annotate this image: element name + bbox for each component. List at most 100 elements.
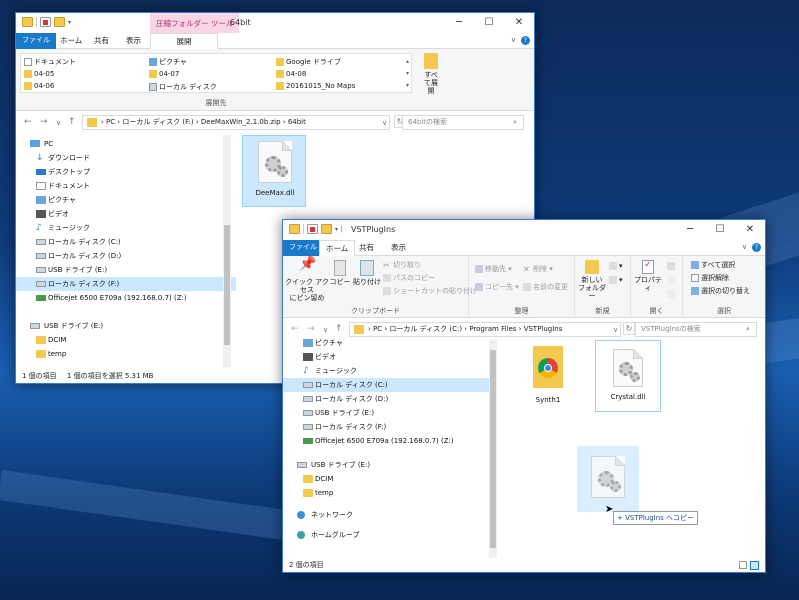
paste-shortcut-button[interactable]: ショートカットの貼り付け <box>383 286 477 296</box>
nav-scrollbar[interactable] <box>223 135 231 367</box>
title-bar[interactable]: ▾ │ VSTPlugIns ─ ☐ ✕ <box>283 220 765 240</box>
tab-view[interactable]: 表示 <box>120 33 147 49</box>
properties-icon[interactable] <box>307 224 318 234</box>
title-bar[interactable]: ▾ 圧縮フォルダー ツール 64bit ─ ☐ ✕ <box>16 13 534 33</box>
paste-button[interactable]: 貼り付け <box>353 260 381 286</box>
minimize-button[interactable]: ─ <box>444 13 474 33</box>
new-folder-icon[interactable] <box>321 224 332 234</box>
dest-item[interactable]: Google ドライブ <box>276 57 341 67</box>
open-button[interactable] <box>667 262 677 270</box>
recent-locations-icon[interactable]: ∨ <box>56 119 61 127</box>
tab-home[interactable]: ホーム <box>54 33 88 49</box>
copy-path-button[interactable]: パスのコピー <box>383 273 435 283</box>
tree-item[interactable]: ピクチャ <box>283 336 489 350</box>
tree-item[interactable]: デスクトップ <box>16 165 236 179</box>
tree-item[interactable]: ♪ ミュージック <box>16 221 236 235</box>
large-icons-view-icon[interactable] <box>750 561 759 570</box>
tree-item[interactable]: ローカル ディスク (D:) <box>283 392 489 406</box>
tab-file[interactable]: ファイル <box>283 240 323 256</box>
tree-item-selected[interactable]: ローカル ディスク (F:) <box>16 277 236 291</box>
help-icon[interactable]: ? <box>752 243 761 252</box>
tree-item[interactable]: ビデオ <box>16 207 236 221</box>
collapse-ribbon-icon[interactable]: ∨ <box>742 243 747 251</box>
copy-button[interactable]: コピー <box>329 260 351 286</box>
close-button[interactable]: ✕ <box>504 13 534 33</box>
easy-access-button[interactable]: ▾ <box>609 276 623 284</box>
back-button[interactable]: ← <box>291 324 299 334</box>
tree-item[interactable]: ♪ ミュージック <box>283 364 489 378</box>
delete-button[interactable]: ✕ 削除 ▾ <box>523 264 553 274</box>
tree-item[interactable]: temp <box>283 486 489 500</box>
forward-button[interactable]: → <box>40 117 48 127</box>
tree-item[interactable]: PC <box>16 137 236 151</box>
tree-item[interactable]: ↓ ダウンロード <box>16 151 236 165</box>
up-button[interactable]: ↑ <box>68 117 76 127</box>
dest-item[interactable]: 20161015_No Maps <box>276 82 355 90</box>
new-folder-button[interactable]: 新しい フォルダー <box>577 260 607 300</box>
tree-item[interactable]: Officejet 6500 E709a (192.168.0.7) (Z:) <box>283 434 489 448</box>
customize-quick-access-icon[interactable]: ▾ <box>68 19 71 26</box>
tab-share[interactable]: 共有 <box>88 33 115 49</box>
tree-item[interactable]: DCIM <box>283 472 489 486</box>
cut-button[interactable]: ✂ 切り取り <box>383 260 421 270</box>
properties-button[interactable]: ✓ プロパティ <box>633 260 663 292</box>
details-view-icon[interactable] <box>739 561 747 569</box>
address-dropdown-icon[interactable]: ∨ <box>613 326 618 334</box>
refresh-button[interactable]: ↻ <box>623 322 635 335</box>
help-icon[interactable]: ? <box>521 36 530 45</box>
up-button[interactable]: ↑ <box>335 324 343 334</box>
recent-locations-icon[interactable]: ∨ <box>323 326 328 334</box>
file-item-selected[interactable]: DeeMax.dll <box>242 135 308 207</box>
tree-item[interactable]: ローカル ディスク (C:) <box>16 235 236 249</box>
address-bar[interactable]: › PC › ローカル ディスク (F:) › DeeMaxWin_2.1.0b… <box>82 115 390 130</box>
tree-item[interactable]: ドキュメント <box>16 179 236 193</box>
collapse-ribbon-icon[interactable]: ∨ <box>511 36 516 44</box>
dest-item[interactable]: ピクチャ <box>149 57 187 67</box>
tree-item[interactable]: USB ドライブ (E:) <box>283 406 489 420</box>
new-folder-icon[interactable] <box>54 17 65 27</box>
tree-item[interactable]: USB ドライブ (E:) <box>16 319 236 333</box>
dest-item[interactable]: 04-06 <box>24 82 54 90</box>
select-none-button[interactable]: 選択解除 <box>691 273 729 283</box>
tree-item-selected[interactable]: ローカル ディスク (C:) <box>283 378 489 392</box>
close-button[interactable]: ✕ <box>735 220 765 240</box>
tab-share[interactable]: 共有 <box>353 240 380 256</box>
dest-item[interactable]: 04-08 <box>276 70 306 78</box>
dest-item[interactable]: 04-07 <box>149 70 179 78</box>
copy-to-button[interactable]: コピー先 ▾ <box>475 282 519 292</box>
invert-selection-button[interactable]: 選択の切り替え <box>691 286 750 296</box>
tab-home[interactable]: ホーム <box>319 240 356 256</box>
tree-item[interactable]: ローカル ディスク (D:) <box>16 249 236 263</box>
tab-file[interactable]: ファイル <box>16 33 56 49</box>
dest-item[interactable]: ドキュメント <box>24 57 76 67</box>
dest-item[interactable]: 04-05 <box>24 70 54 78</box>
forward-button[interactable]: → <box>307 324 315 334</box>
search-input[interactable]: VSTPlugInsの検索 <box>635 322 757 337</box>
nav-scrollbar[interactable] <box>489 340 497 558</box>
tree-item[interactable]: Officejet 6500 E709a (192.168.0.7) (Z:) <box>16 291 236 305</box>
tree-item[interactable]: ローカル ディスク (F:) <box>283 420 489 434</box>
tree-item[interactable]: ネットワーク <box>283 508 489 522</box>
tab-extract[interactable]: 展開 <box>150 33 218 49</box>
tree-item[interactable]: DCIM <box>16 333 236 347</box>
tree-item[interactable]: ピクチャ <box>16 193 236 207</box>
maximize-button[interactable]: ☐ <box>474 13 504 33</box>
address-dropdown-icon[interactable]: ∨ <box>382 119 387 127</box>
tree-item[interactable]: USB ドライブ (E:) <box>16 263 236 277</box>
tree-item[interactable]: USB ドライブ (E:) <box>283 458 489 472</box>
search-icon[interactable]: ⌕ <box>746 325 750 334</box>
search-input[interactable]: 64bitの検索 <box>402 115 524 130</box>
tree-item[interactable]: ビデオ <box>283 350 489 364</box>
search-icon[interactable]: ⌕ <box>513 118 517 127</box>
dest-scroll-arrows[interactable]: ▴ ▾ ▾ <box>406 56 409 92</box>
rename-button[interactable]: 名前の変更 <box>523 282 568 292</box>
tree-item[interactable]: temp <box>16 347 236 361</box>
minimize-button[interactable]: ─ <box>675 220 705 240</box>
file-item[interactable]: Synth1 <box>519 342 577 404</box>
pin-quick-access-button[interactable]: 📌 クイック アクセス にピン留め <box>285 257 329 302</box>
edit-button[interactable] <box>667 276 677 284</box>
move-to-button[interactable]: 移動先 ▾ <box>475 264 512 274</box>
file-item[interactable]: Crystal.dll <box>595 340 661 412</box>
history-button[interactable] <box>667 290 677 298</box>
new-item-button[interactable]: ▾ <box>609 262 623 270</box>
